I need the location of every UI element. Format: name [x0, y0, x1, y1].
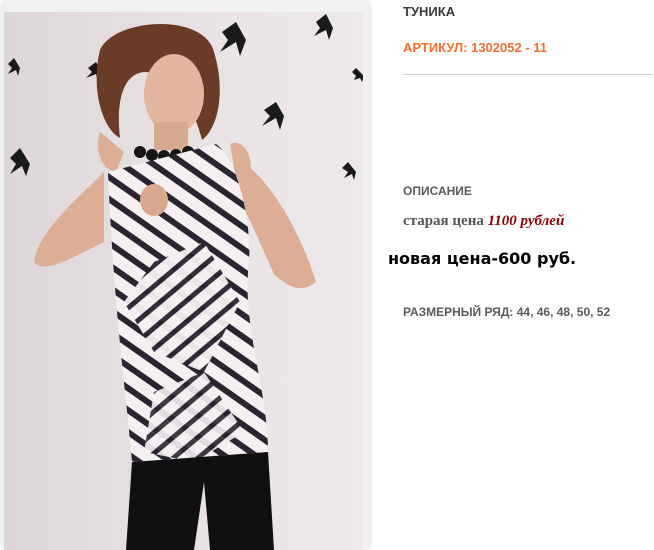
old-price: старая цена 1100 рублей: [403, 213, 564, 230]
description-heading: ОПИСАНИЕ: [403, 184, 472, 198]
product-sku: АРТИКУЛ: 1302052 - 11: [403, 40, 547, 55]
size-range: РАЗМЕРНЫЙ РЯД: 44, 46, 48, 50, 52: [403, 305, 611, 319]
new-price: новая цена-600 руб.: [388, 249, 577, 268]
divider: [403, 74, 653, 75]
product-photo[interactable]: [4, 12, 363, 550]
product-title: ТУНИКА: [403, 4, 456, 19]
product-photo-frame: [0, 0, 372, 550]
old-price-value: 1100 рублей: [487, 213, 565, 229]
old-price-label: старая цена: [403, 213, 488, 229]
